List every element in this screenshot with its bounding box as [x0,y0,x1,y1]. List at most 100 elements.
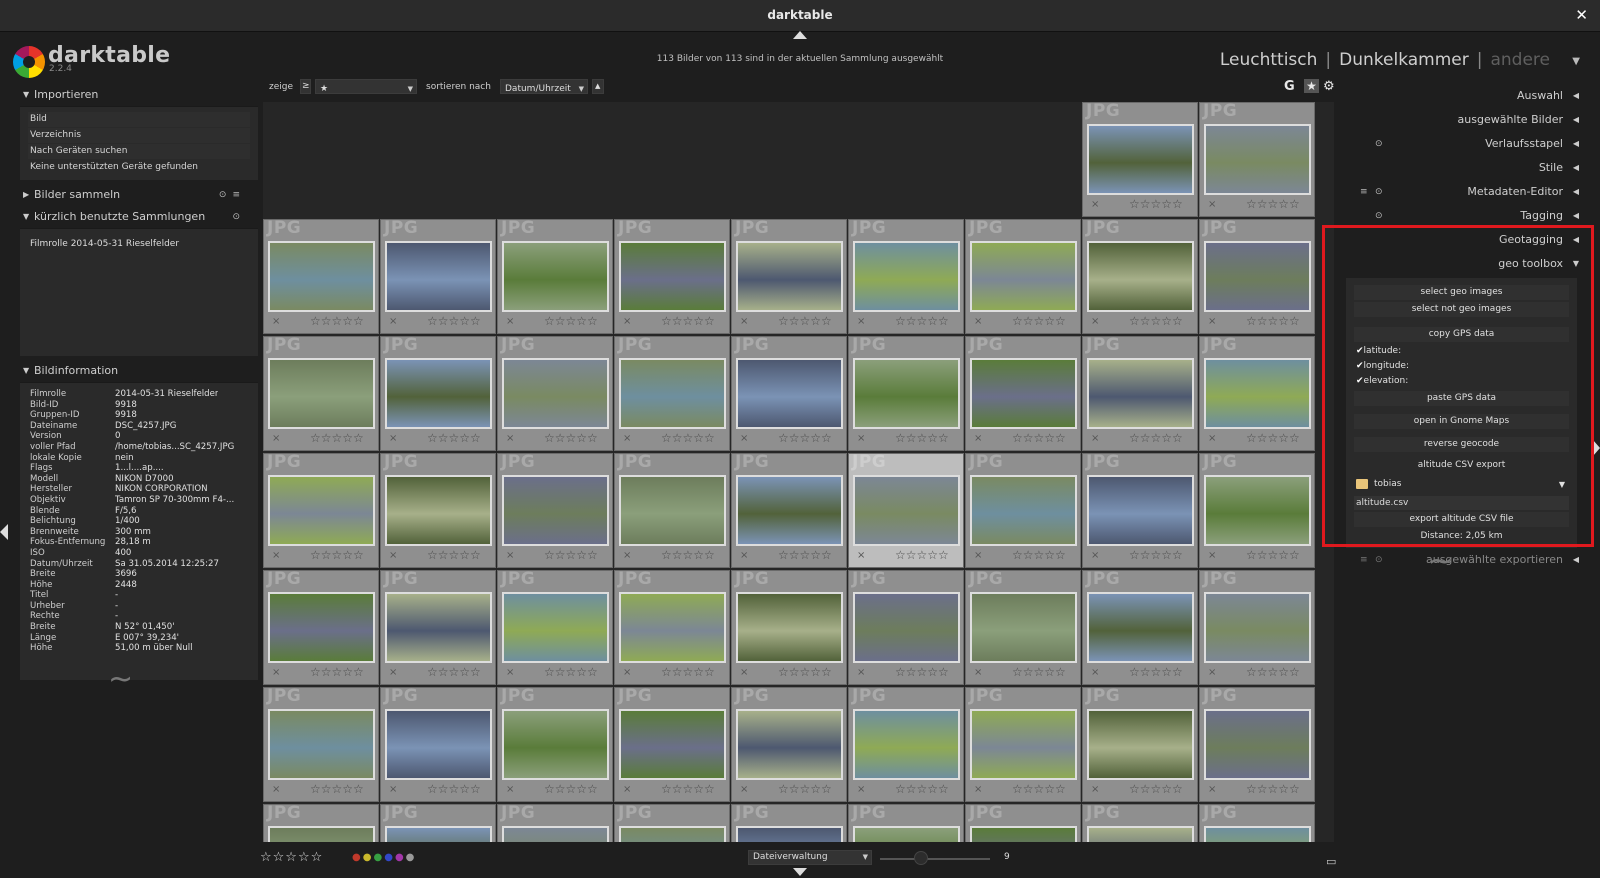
thumbnail-cell[interactable]: JPG×☆☆☆☆☆ [263,569,379,685]
thumbnail-cell[interactable]: JPG×☆☆☆☆☆ [497,569,613,685]
reject-icon[interactable]: × [740,667,748,678]
reject-icon[interactable]: × [389,550,397,561]
thumbnail-image[interactable] [853,475,960,546]
collapse-left-panel-icon[interactable] [0,524,8,540]
module-header-geotagging[interactable]: Geotagging ◀ [1340,228,1585,252]
rating-stars[interactable]: ☆☆☆☆☆ [1246,314,1300,328]
thumbnail-image[interactable] [385,709,492,780]
rating-stars[interactable]: ☆☆☆☆☆ [427,665,481,679]
rating-stars[interactable]: ☆☆☆☆☆ [661,665,715,679]
rating-stars[interactable]: ☆☆☆☆☆ [544,431,598,445]
thumbnail-cell[interactable]: JPG×☆☆☆☆☆ [1082,102,1198,217]
thumbnail-cell[interactable]: JPG×☆☆☆☆☆ [1082,218,1198,334]
thumbnail-image[interactable] [970,592,1077,663]
thumbnail-image[interactable] [1087,709,1194,780]
reject-icon[interactable]: × [740,433,748,444]
thumbnail-image[interactable] [502,358,609,429]
thumbnail-image[interactable] [268,826,375,842]
thumbnail-cell[interactable]: JPG×☆☆☆☆☆ [848,803,964,842]
rating-stars[interactable]: ☆☆☆☆☆ [778,548,832,562]
rating-stars[interactable]: ☆☆☆☆☆ [895,314,949,328]
reject-icon[interactable]: × [506,667,514,678]
thumbnail-cell[interactable]: JPG×☆☆☆☆☆ [614,686,730,802]
view-darkroom[interactable]: Dunkelkammer [1339,50,1469,70]
thumbnail-cell[interactable]: JPG×☆☆☆☆☆ [965,803,1081,842]
rating-stars[interactable]: ☆☆☆☆☆ [661,782,715,796]
thumbnail-cell[interactable]: JPG×☆☆☆☆☆ [1199,335,1315,451]
reject-icon[interactable]: × [1208,784,1216,795]
reverse-geocode-button[interactable]: reverse geocode [1354,437,1569,452]
thumbnail-cell[interactable]: JPG×☆☆☆☆☆ [965,452,1081,568]
reject-icon[interactable]: × [857,433,865,444]
reject-icon[interactable]: × [1208,550,1216,561]
import-image-button[interactable]: Bild [28,112,250,127]
thumbnail-image[interactable] [1087,124,1194,195]
thumbnail-cell[interactable]: JPG×☆☆☆☆☆ [1199,102,1315,217]
reject-icon[interactable]: × [1091,550,1099,561]
thumbnail-image[interactable] [970,709,1077,780]
thumbnail-grid[interactable]: JPG × ☆☆☆☆☆ JPG × ☆☆☆☆☆ JPG × ☆☆☆☆☆ JPG × ☆☆☆☆☆ JPG ×… [263,102,1334,842]
thumbnail-image[interactable] [502,241,609,312]
thumbnail-cell[interactable]: JPG×☆☆☆☆☆ [497,686,613,802]
rating-stars[interactable]: ☆☆☆☆☆ [1246,782,1300,796]
thumbnail-cell[interactable]: JPG×☆☆☆☆☆ [1082,686,1198,802]
rating-stars[interactable]: ☆☆☆☆☆ [544,782,598,796]
thumbnail-cell[interactable]: JPG×☆☆☆☆☆ [380,335,496,451]
thumbnail-cell[interactable]: JPG×☆☆☆☆☆ [614,803,730,842]
open-gnome-maps-button[interactable]: open in Gnome Maps [1354,414,1569,429]
rating-stars[interactable]: ☆☆☆☆☆ [1246,665,1300,679]
sort-select[interactable]: Datum/Uhrzeit ▼ [500,79,588,94]
rating-stars[interactable]: ☆☆☆☆☆ [427,314,481,328]
thumbnail-image[interactable] [1204,592,1311,663]
thumbnail-image[interactable] [1087,826,1194,842]
reject-icon[interactable]: × [1091,316,1099,327]
rating-stars[interactable]: ☆☆☆☆☆ [310,782,364,796]
export-folder-chooser[interactable]: tobias ▼ [1354,476,1569,493]
recent-collection-item[interactable]: Filmrolle 2014-05-31 Rieselfelder [28,233,250,249]
thumbnail-cell[interactable]: JPG×☆☆☆☆☆ [1199,686,1315,802]
thumbnail-image[interactable] [736,709,843,780]
thumbnail-image[interactable] [502,826,609,842]
reject-icon[interactable]: × [857,316,865,327]
thumbnail-cell[interactable]: JPG×☆☆☆☆☆ [497,803,613,842]
rating-stars[interactable]: ☆☆☆☆☆ [895,665,949,679]
thumbnail-image[interactable] [1204,826,1311,842]
thumbnail-image[interactable] [853,358,960,429]
paste-gps-button[interactable]: paste GPS data [1354,391,1569,406]
reject-icon[interactable]: × [857,550,865,561]
thumbnail-cell[interactable]: JPG×☆☆☆☆☆ [965,569,1081,685]
thumbnail-cell[interactable]: JPG×☆☆☆☆☆ [380,803,496,842]
reject-icon[interactable]: × [506,433,514,444]
thumbnail-cell[interactable]: JPG×☆☆☆☆☆ [965,218,1081,334]
reject-icon[interactable]: × [1091,199,1099,210]
reject-icon[interactable]: × [1208,199,1216,210]
thumbnail-image[interactable] [619,592,726,663]
thumbnail-image[interactable] [1204,124,1311,195]
thumbnail-cell[interactable]: JPG×☆☆☆☆☆ [380,452,496,568]
rating-stars[interactable]: ☆☆☆☆☆ [1246,548,1300,562]
rating-stars[interactable]: ☆☆☆☆☆ [427,431,481,445]
rating-stars[interactable]: ☆☆☆☆☆ [310,314,364,328]
thumbnail-image[interactable] [1087,592,1194,663]
color-label-icon[interactable]: ● [384,852,395,863]
copy-gps-button[interactable]: copy GPS data [1354,327,1569,342]
select-not-geo-images-button[interactable]: select not geo images [1354,302,1569,317]
thumbnail-image[interactable] [970,241,1077,312]
thumbnail-cell[interactable]: JPG×☆☆☆☆☆ [731,452,847,568]
rating-stars[interactable]: ☆☆☆☆☆ [895,782,949,796]
rating-stars[interactable]: ☆☆☆☆☆ [427,548,481,562]
thumbnail-image[interactable] [268,358,375,429]
reject-icon[interactable]: × [1208,667,1216,678]
reject-icon[interactable]: × [272,784,280,795]
elevation-checkbox[interactable]: ✔elevation: [1354,374,1569,389]
reject-icon[interactable]: × [272,316,280,327]
reject-icon[interactable]: × [1091,784,1099,795]
bottom-rating-stars[interactable]: ☆☆☆☆☆ [260,850,323,865]
gear-icon[interactable]: ⚙ [1323,79,1335,94]
thumbnail-image[interactable] [619,241,726,312]
thumbnail-image[interactable] [970,826,1077,842]
thumbnail-image[interactable] [1204,358,1311,429]
close-icon[interactable]: ✕ [1575,6,1588,24]
zoom-slider-track[interactable] [880,858,990,860]
rating-stars[interactable]: ☆☆☆☆☆ [895,431,949,445]
